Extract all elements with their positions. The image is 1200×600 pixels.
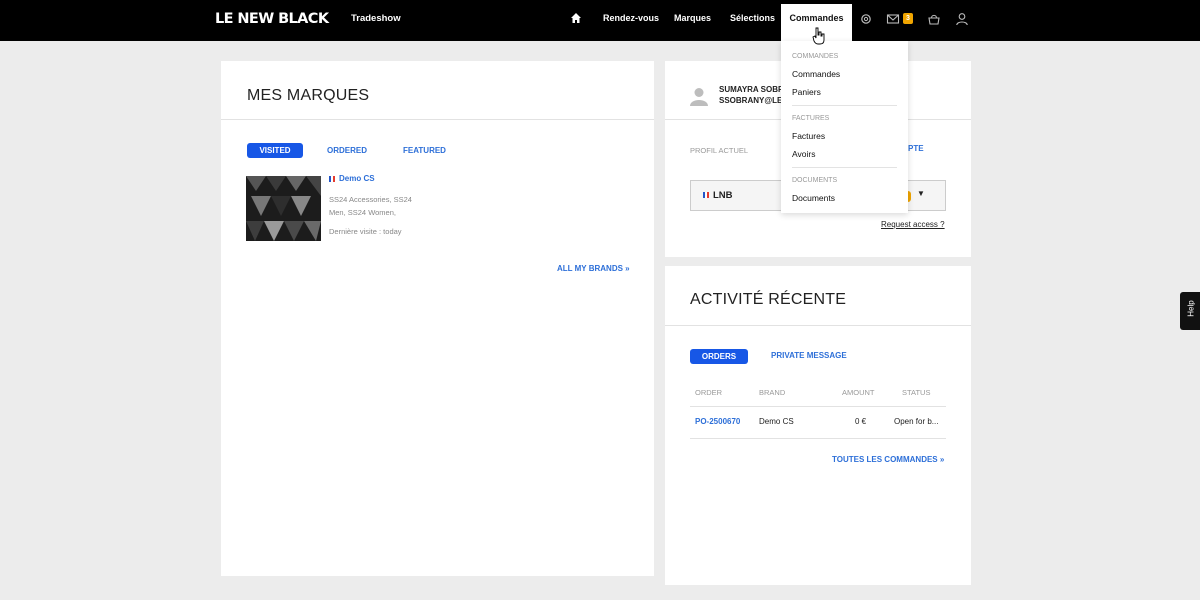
dropdown-heading-documents: DOCUMENTS [792, 177, 838, 184]
brands-panel: MES MARQUES VISITED ORDERED FEATURED Dem… [221, 61, 654, 576]
dropdown-item-factures[interactable]: Factures [792, 131, 825, 141]
activity-panel: ACTIVITÉ RÉCENTE ORDERS PRIVATE MESSAGE … [665, 266, 971, 585]
tradeshow-label[interactable]: Tradeshow [351, 13, 401, 24]
brand-thumbnail[interactable] [246, 176, 321, 241]
top-navbar: LE NEW BLACK Tradeshow Rendez-vous Marqu… [0, 0, 1200, 41]
brand-collections-1: SS24 Accessories, SS24 [329, 195, 412, 204]
brand-name: Demo CS [339, 174, 375, 183]
brand-collections-2: Men, SS24 Women, [329, 208, 396, 217]
dropdown-item-paniers[interactable]: Paniers [792, 87, 821, 97]
row-amount: 0 € [855, 417, 867, 426]
chevron-down-icon: ▼ [917, 189, 925, 198]
col-order: ORDER [695, 388, 723, 397]
dropdown-heading-factures: FACTURES [792, 115, 830, 122]
col-status: STATUS [902, 388, 931, 397]
avatar [690, 88, 708, 106]
help-button[interactable]: Help [1180, 292, 1200, 330]
tab-ordered[interactable]: ORDERED [327, 146, 367, 155]
activity-title: ACTIVITÉ RÉCENTE [690, 291, 847, 308]
brands-title: MES MARQUES [247, 87, 370, 104]
divider [690, 406, 946, 407]
divider [665, 325, 971, 326]
flag-icon [703, 192, 709, 199]
mail-icon[interactable] [886, 12, 900, 26]
logo[interactable]: LE NEW BLACK [215, 11, 329, 27]
request-access-link[interactable]: Request access ? [881, 220, 945, 229]
account-link[interactable]: PTE [908, 144, 924, 153]
dropdown-item-avoirs[interactable]: Avoirs [792, 149, 815, 159]
dropdown-item-commandes[interactable]: Commandes [792, 69, 840, 79]
settings-icon[interactable] [859, 12, 873, 26]
nav-selections[interactable]: Sélections [730, 0, 775, 37]
pointer-cursor-icon [812, 27, 825, 45]
tab-featured[interactable]: FEATURED [403, 146, 446, 155]
tab-private-message[interactable]: PRIVATE MESSAGE [771, 351, 847, 360]
messages-badge: 3 [903, 13, 913, 24]
brand-name-link[interactable]: Demo CS [329, 174, 375, 183]
nav-rendez-vous[interactable]: Rendez-vous [603, 0, 659, 37]
brand-last-visit: Dernière visite : today [329, 227, 402, 236]
col-amount: AMOUNT [842, 388, 875, 397]
tab-orders[interactable]: ORDERS [690, 349, 748, 364]
divider [690, 438, 946, 439]
profile-email: SSOBRANY@LE [719, 96, 783, 105]
row-status: Open for b... [894, 417, 939, 426]
order-link[interactable]: PO-2500670 [695, 417, 740, 426]
divider [792, 167, 897, 168]
basket-icon[interactable] [927, 12, 941, 26]
flag-icon [329, 175, 335, 182]
help-label: Help [1186, 300, 1196, 317]
commandes-dropdown: COMMANDES Commandes Paniers FACTURES Fac… [781, 41, 908, 213]
all-orders-link[interactable]: TOUTES LES COMMANDES » [832, 455, 944, 464]
nav-marques[interactable]: Marques [674, 0, 711, 37]
divider [221, 119, 654, 120]
profile-name: SUMAYRA SOBR [719, 85, 784, 94]
col-brand: BRAND [759, 388, 786, 397]
user-icon[interactable] [955, 12, 969, 26]
dropdown-item-documents[interactable]: Documents [792, 193, 835, 203]
profile-label: PROFIL ACTUEL [690, 146, 749, 155]
divider [792, 105, 897, 106]
tab-visited[interactable]: VISITED [247, 143, 303, 158]
all-brands-link[interactable]: ALL MY BRANDS » [557, 264, 630, 273]
row-brand: Demo CS [759, 417, 794, 426]
dropdown-heading-commandes: COMMANDES [792, 53, 839, 60]
profile-select-value: LNB [703, 190, 733, 201]
home-icon[interactable] [570, 12, 582, 24]
